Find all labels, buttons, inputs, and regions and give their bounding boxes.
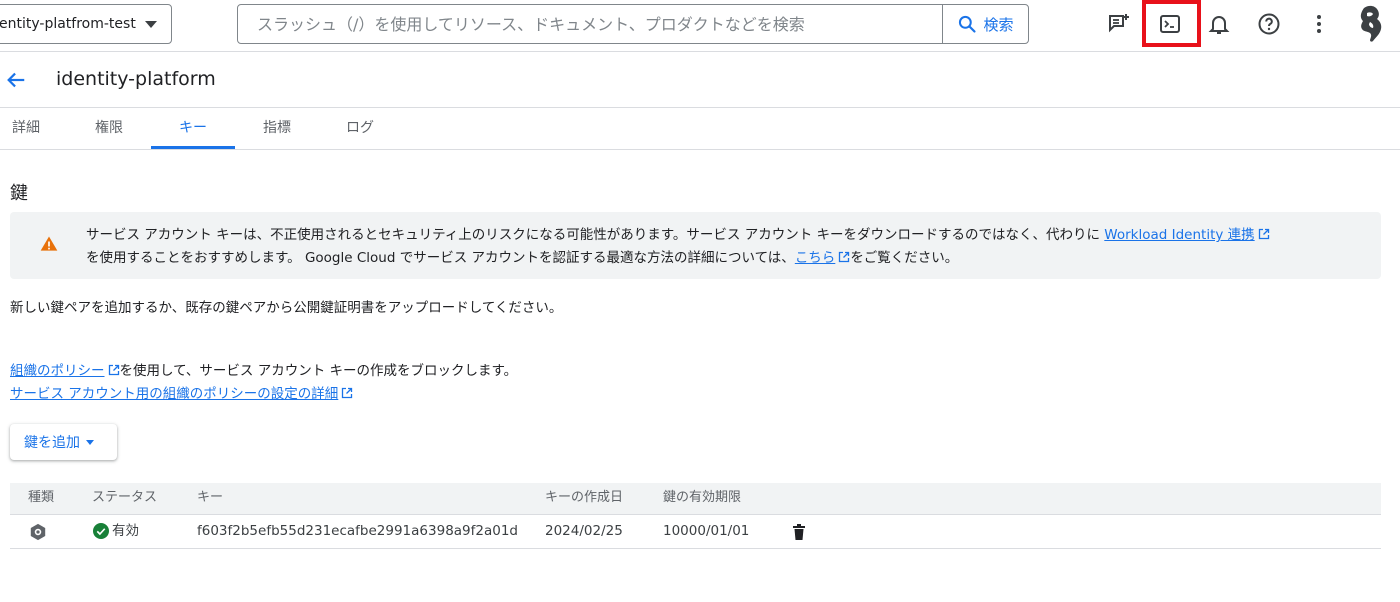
avatar[interactable] — [1352, 4, 1388, 44]
status-text: 有効 — [112, 523, 139, 539]
keys-table: 種類 ステータス キー キーの作成日 鍵の有効期限 有効 f603f2b5efb… — [10, 483, 1381, 549]
table-header: 種類 ステータス キー キーの作成日 鍵の有効期限 — [10, 483, 1381, 515]
column-header-expires[interactable]: 鍵の有効期限 — [663, 483, 741, 513]
column-header-key[interactable]: キー — [197, 483, 223, 513]
feedback-icon — [1109, 14, 1129, 33]
key-type-icon — [29, 523, 47, 541]
search-button-label: 検索 — [983, 15, 1014, 34]
policy-details-link[interactable]: サービス アカウント用の組織のポリシーの設定の詳細 — [10, 386, 338, 402]
tab-metrics[interactable]: 指標 — [251, 108, 303, 149]
add-key-label: 鍵を追加 — [24, 435, 80, 451]
tab-keys[interactable]: キー — [151, 108, 235, 149]
page-header: identity-platform — [0, 52, 1400, 108]
back-button[interactable] — [2, 66, 30, 94]
add-key-button[interactable]: 鍵を追加 — [10, 424, 117, 460]
more-vert-icon — [1317, 15, 1321, 33]
warning-text-part3: をご覧ください。 — [850, 250, 959, 266]
search-button[interactable]: 検索 — [942, 5, 1028, 43]
learn-more-link[interactable]: こちら — [795, 250, 836, 266]
workload-identity-link[interactable]: Workload Identity 連携 — [1104, 227, 1254, 243]
section-title: 鍵 — [10, 183, 28, 204]
more-options-button[interactable] — [1301, 6, 1337, 42]
tab-details[interactable]: 詳細 — [0, 108, 52, 149]
status-badge: 有効 — [93, 515, 139, 547]
warning-icon — [40, 236, 58, 251]
avatar-icon — [1360, 5, 1382, 42]
warning-banner: サービス アカウント キーは、不正使用されるとセキュリティ上のリスクになる可能性… — [10, 212, 1381, 279]
bell-icon — [1208, 16, 1230, 34]
warning-text-part1: サービス アカウント キーは、不正使用されるとセキュリティ上のリスクになる可能性… — [86, 227, 1105, 243]
key-expiry-date: 10000/01/01 — [663, 523, 750, 539]
feedback-button[interactable] — [1101, 6, 1137, 42]
column-header-created[interactable]: キーの作成日 — [545, 483, 623, 513]
top-bar: entity-platfrom-test 検索 — [0, 0, 1400, 52]
highlight-box — [1142, 0, 1201, 47]
arrow-back-icon — [7, 72, 25, 88]
policy-line: 組織のポリシー を使用して、サービス アカウント キーの作成をブロックします。 — [10, 360, 517, 382]
notifications-button[interactable] — [1201, 6, 1237, 42]
key-created-date: 2024/02/25 — [545, 523, 623, 539]
check-circle-icon — [93, 523, 109, 539]
tab-permissions[interactable]: 権限 — [84, 108, 134, 149]
trash-icon — [793, 524, 805, 540]
delete-key-button[interactable] — [790, 523, 808, 541]
tab-logs[interactable]: ログ — [334, 108, 386, 149]
warning-text-part2: を使用することをおすすめします。 Google Cloud でサービス アカウン… — [86, 250, 795, 266]
search-icon — [959, 15, 977, 33]
warning-text: サービス アカウント キーは、不正使用されるとセキュリティ上のリスクになる可能性… — [86, 224, 1371, 270]
external-link-icon — [108, 364, 119, 376]
project-picker[interactable]: entity-platfrom-test — [0, 4, 172, 44]
external-link-icon — [342, 387, 353, 399]
key-id: f603f2b5efb55d231ecafbe2991a6398a9f2a01d — [197, 523, 519, 539]
page-title: identity-platform — [56, 68, 216, 90]
help-icon — [1258, 13, 1280, 35]
caret-down-icon — [145, 21, 157, 28]
tab-bar: 詳細 権限 キー 指標 ログ — [0, 108, 1400, 150]
org-policy-link[interactable]: 組織のポリシー — [10, 363, 105, 379]
search-input[interactable] — [238, 5, 942, 43]
help-button[interactable] — [1251, 6, 1287, 42]
column-header-type[interactable]: 種類 — [28, 483, 54, 513]
description-text: 新しい鍵ペアを追加するか、既存の鍵ペアから公開鍵証明書をアップロードしてください… — [10, 300, 563, 316]
external-link-icon — [1258, 228, 1269, 240]
search-box: 検索 — [237, 4, 1029, 44]
table-row: 有効 f603f2b5efb55d231ecafbe2991a6398a9f2a… — [10, 515, 1381, 549]
column-header-status[interactable]: ステータス — [92, 483, 157, 513]
project-name: entity-platfrom-test — [0, 16, 136, 32]
caret-down-icon — [86, 439, 94, 445]
policy-text: を使用して、サービス アカウント キーの作成をブロックします。 — [119, 363, 518, 379]
policy-details-line: サービス アカウント用の組織のポリシーの設定の詳細 — [10, 383, 353, 405]
external-link-icon — [839, 251, 850, 263]
